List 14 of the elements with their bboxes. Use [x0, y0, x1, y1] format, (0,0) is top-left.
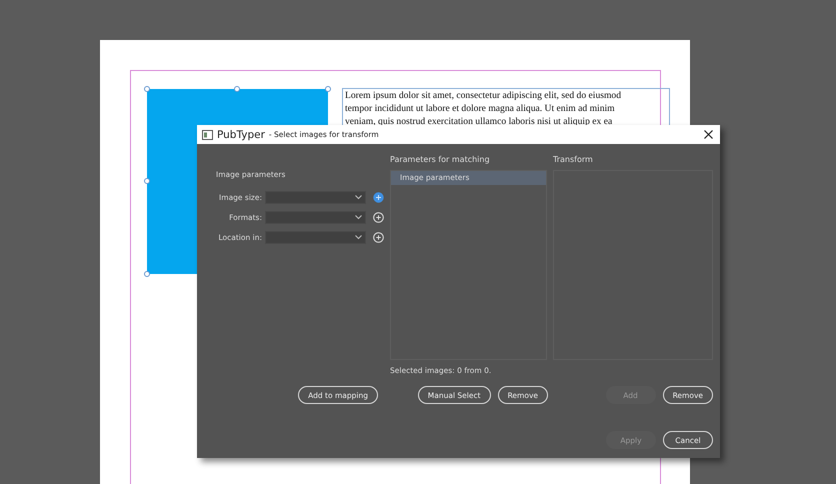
- chevron-icon: [355, 194, 362, 200]
- text-line: tempor incididunt ut labore et dolore magna aliqua. Ut enim ad minim: [345, 102, 616, 115]
- column-heading: Transform: [553, 154, 594, 166]
- add-icon[interactable]: [373, 192, 384, 202]
- chevron-icon: [355, 234, 362, 240]
- close-icon[interactable]: [704, 130, 713, 139]
- column-heading: Parameters for matching: [390, 154, 491, 166]
- text-line: veniam, quis nostrud exercitation ullamco laboris nisi ut aliquip ex ea: [345, 115, 614, 128]
- chevron-icon: [355, 214, 362, 220]
- add-icon[interactable]: [373, 232, 384, 242]
- app-name: PubTyper: [217, 128, 265, 140]
- add-icon[interactable]: [373, 212, 384, 222]
- app-icon: [202, 130, 213, 140]
- text-line: Lorem ipsum dolor sit amet, consectetur adipiscing elit, sed do eiusmod: [345, 89, 622, 102]
